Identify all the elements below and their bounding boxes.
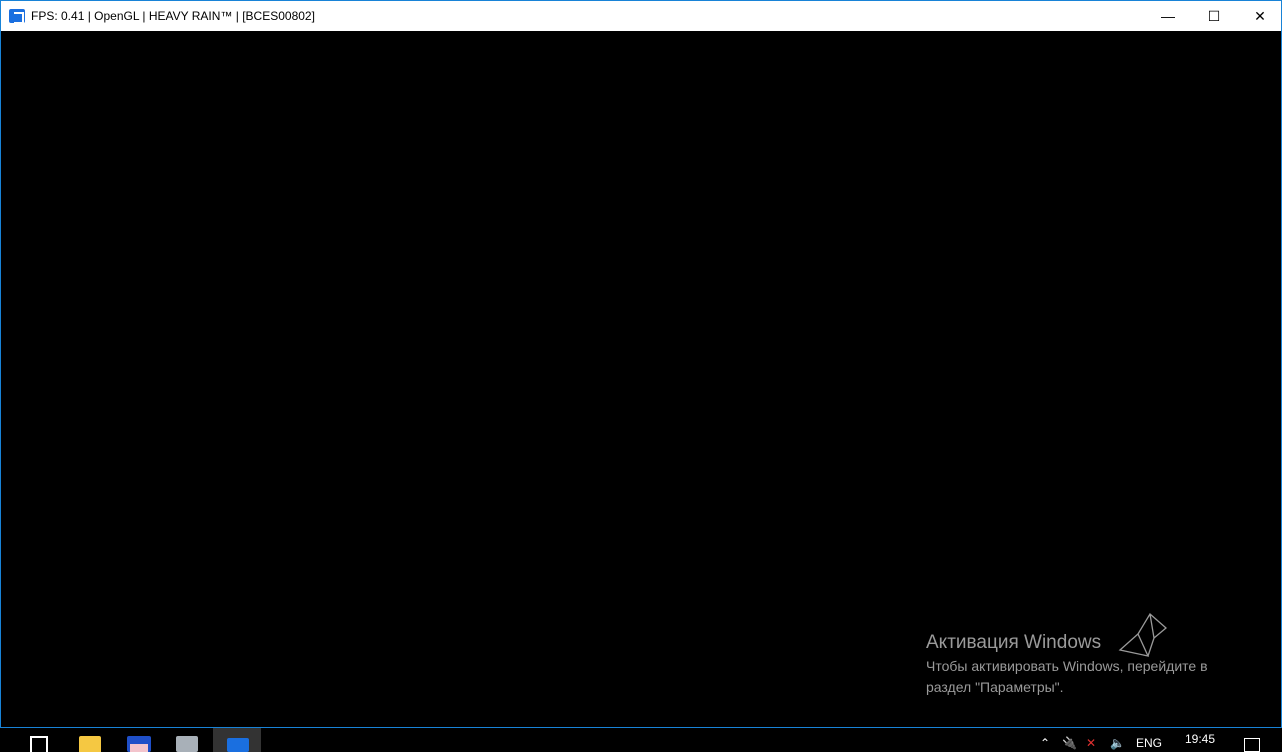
floppy-disk-icon[interactable] — [127, 736, 151, 752]
taskbar-rpcs3-button[interactable] — [213, 728, 261, 752]
activation-watermark: Активация Windows Чтобы активировать Win… — [926, 632, 1236, 698]
maximize-button[interactable]: ☐ — [1191, 1, 1237, 31]
title-bar[interactable]: FPS: 0.41 | OpenGL | HEAVY RAIN™ | [BCES… — [1, 1, 1281, 31]
watermark-title: Активация Windows — [926, 632, 1102, 653]
file-explorer-icon[interactable] — [79, 736, 101, 752]
rpcs3-icon — [227, 738, 249, 752]
origami-bird-icon — [1118, 612, 1168, 657]
close-button[interactable]: ✕ — [1237, 1, 1282, 31]
clock[interactable]: 19:45 — [1185, 732, 1215, 746]
language-indicator[interactable]: ENG — [1136, 736, 1162, 750]
volume-icon[interactable]: 🔈 — [1110, 736, 1125, 750]
show-hidden-icons-chevron[interactable]: ⌃ — [1040, 736, 1050, 750]
window-title: FPS: 0.41 | OpenGL | HEAVY RAIN™ | [BCES… — [31, 9, 315, 23]
minimize-button[interactable]: — — [1145, 1, 1191, 31]
task-view-icon[interactable] — [30, 736, 48, 752]
power-icon[interactable]: 🔌 — [1062, 736, 1077, 750]
emulator-window: FPS: 0.41 | OpenGL | HEAVY RAIN™ | [BCES… — [0, 0, 1282, 728]
network-error-icon[interactable]: ✕ — [1086, 736, 1096, 750]
taskbar: ⌃ 🔌 ✕ 🔈 ENG 19:45 — [0, 728, 1282, 752]
action-center-icon[interactable] — [1244, 738, 1260, 752]
game-viewport[interactable] — [1, 31, 1281, 727]
watermark-subtitle: Чтобы активировать Windows, перейдите в … — [926, 658, 1208, 695]
resource-monitor-icon[interactable] — [176, 736, 198, 752]
rpcs3-app-icon — [9, 9, 25, 24]
